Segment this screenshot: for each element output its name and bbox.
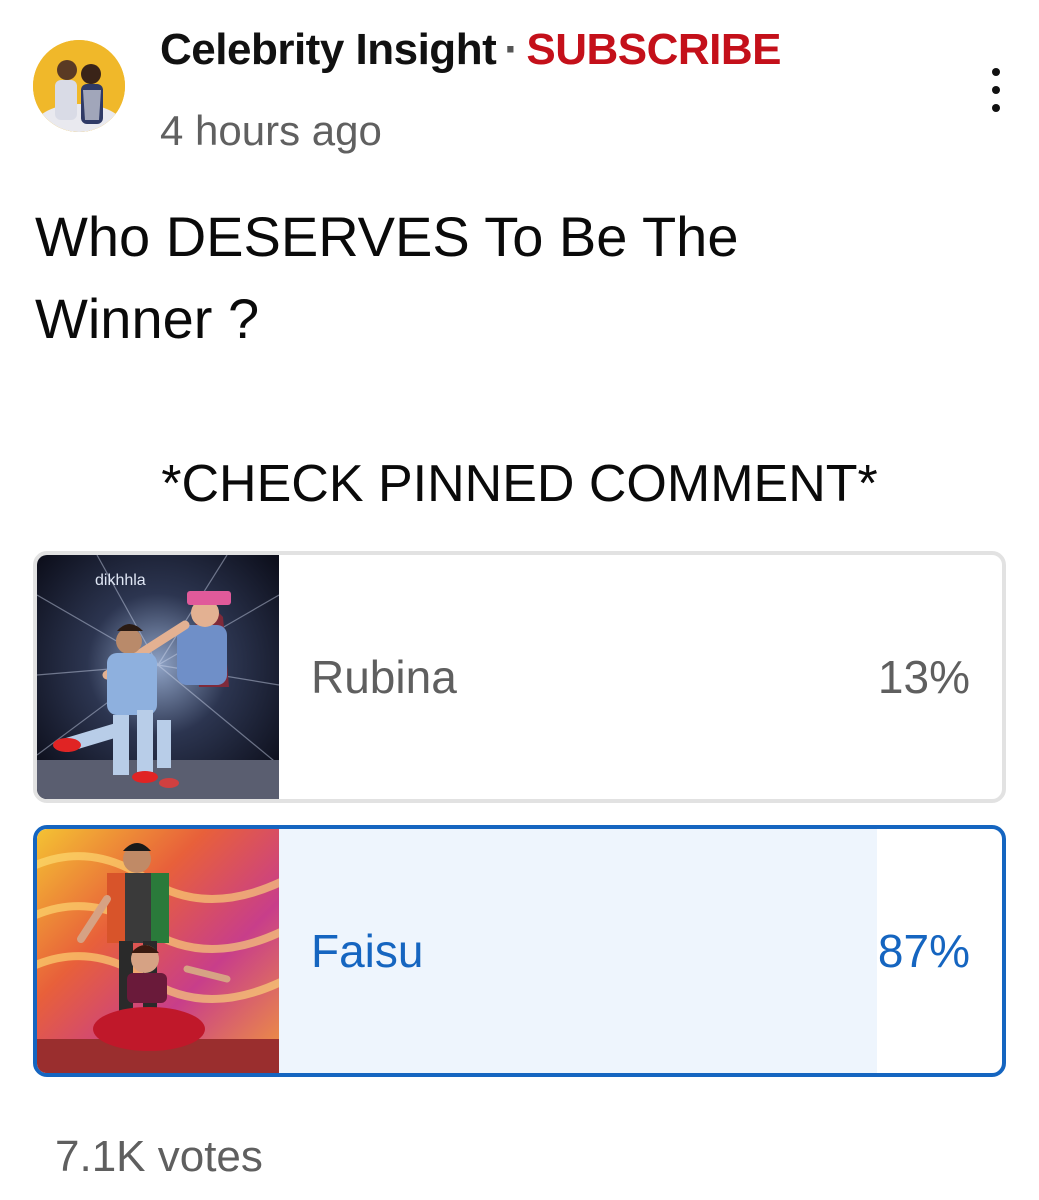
channel-avatar-icon[interactable]	[33, 40, 125, 132]
poll-option-label: Rubina	[311, 651, 457, 703]
faisu-thumbnail-image	[37, 829, 279, 1073]
subscribe-button[interactable]: SUBSCRIBE	[526, 25, 781, 74]
separator-dot: ·	[504, 25, 519, 74]
poll-vote-count: 7.1K votes	[55, 1132, 263, 1181]
post-note: *CHECK PINNED COMMENT*	[161, 455, 878, 513]
menu-dot	[992, 104, 1000, 112]
post-timestamp: 4 hours ago	[160, 107, 382, 154]
rubina-thumbnail-image: dikhhla	[37, 555, 279, 799]
poll-option-percent: 87%	[877, 925, 970, 977]
poll-option-label: Faisu	[311, 925, 424, 977]
post-title: Who DESERVES To Be The Winner ?	[35, 205, 739, 350]
channel-name-link[interactable]: Celebrity Insight	[160, 25, 497, 74]
poll-option-percent: 13%	[877, 651, 970, 703]
channel-header: Celebrity Insight · SUBSCRIBE	[160, 24, 782, 76]
community-post: Celebrity Insight · SUBSCRIBE 4 hours ago …	[0, 0, 1039, 1200]
menu-dot	[992, 68, 1000, 76]
menu-dot	[992, 86, 1000, 94]
thumbnail-caption: dikhhla	[95, 572, 146, 589]
more-vertical-icon[interactable]	[976, 62, 1016, 118]
poll-option-rubina[interactable]: dikhhla Rubina 13%	[33, 551, 1006, 803]
poll-option-faisu[interactable]: Faisu 87%	[33, 825, 1006, 1077]
